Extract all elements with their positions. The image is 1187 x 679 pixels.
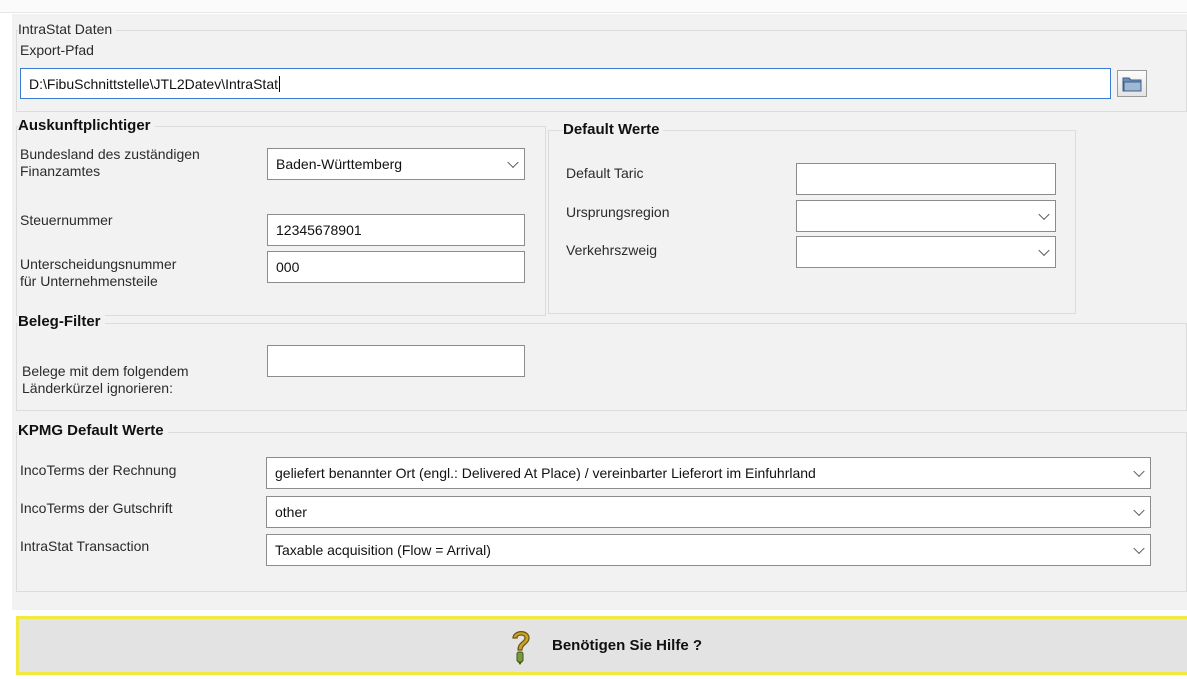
unterscheidung-value: 000: [276, 259, 300, 275]
beleg-filter-label-line1: Belege mit dem folgendem: [22, 363, 189, 379]
steuernummer-value: 12345678901: [276, 222, 362, 238]
help-question-icon: [512, 630, 530, 665]
export-path-input[interactable]: D:\FibuSchnittstelle\JTL2Datev\IntraStat: [20, 68, 1111, 99]
bundesland-value: Baden-Württemberg: [276, 156, 403, 172]
top-strip: [0, 0, 1187, 13]
help-button-label: Benötigen Sie Hilfe ?: [551, 637, 702, 654]
steuernummer-label: Steuernummer: [20, 212, 113, 228]
incoterms-gutschrift-value: other: [275, 504, 307, 520]
bundesland-label-line2: Finanzamtes: [20, 163, 101, 179]
incoterms-rechnung-value: geliefert benannter Ort (engl.: Delivere…: [275, 465, 816, 481]
verkehrszweig-label: Verkehrszweig: [566, 242, 658, 258]
unterscheidung-label-line1: Unterscheidungsnummer: [20, 256, 177, 272]
chevron-down-icon: [1038, 208, 1050, 221]
browse-folder-button[interactable]: [1117, 70, 1147, 97]
steuernummer-input[interactable]: 12345678901: [267, 214, 525, 246]
default-taric-label: Default Taric: [566, 165, 644, 181]
chevron-down-icon: [1133, 542, 1145, 555]
kpmg-title: KPMG Default Werte: [18, 423, 168, 439]
incoterms-gutschrift-label: IncoTerms der Gutschrift: [20, 500, 173, 516]
intrastat-transaction-value: Taxable acquisition (Flow = Arrival): [275, 542, 491, 558]
auskunft-title: Auskunftplichtiger: [18, 118, 155, 134]
beleg-filter-input[interactable]: [267, 345, 525, 377]
chevron-down-icon: [1133, 504, 1145, 517]
intrastat-transaction-select[interactable]: Taxable acquisition (Flow = Arrival): [266, 534, 1151, 566]
intrastat-transaction-label: IntraStat Transaction: [20, 538, 150, 554]
unterscheidung-input[interactable]: 000: [267, 251, 525, 283]
incoterms-rechnung-select[interactable]: geliefert benannter Ort (engl.: Delivere…: [266, 457, 1151, 489]
beleg-filter-group: [16, 323, 1187, 411]
export-path-value: D:\FibuSchnittstelle\JTL2Datev\IntraStat: [29, 75, 278, 92]
beleg-filter-title: Beleg-Filter: [18, 314, 105, 330]
folder-icon: [1122, 77, 1142, 92]
intrastat-title: IntraStat Daten: [18, 21, 117, 37]
chevron-down-icon: [507, 156, 519, 169]
default-taric-input[interactable]: [796, 163, 1056, 195]
text-caret: [279, 75, 280, 92]
chevron-down-icon: [1133, 465, 1145, 478]
incoterms-rechnung-label: IncoTerms der Rechnung: [20, 462, 177, 478]
beleg-filter-label-line2: Länderkürzel ignorieren:: [22, 380, 173, 396]
ursprungsregion-select[interactable]: [796, 200, 1056, 232]
help-button[interactable]: Benötigen Sie Hilfe ?: [16, 616, 1187, 675]
chevron-down-icon: [1038, 244, 1050, 257]
export-path-label: Export-Pfad: [20, 42, 94, 58]
incoterms-gutschrift-select[interactable]: other: [266, 496, 1151, 528]
verkehrszweig-select[interactable]: [796, 236, 1056, 268]
unterscheidung-label-line2: für Unternehmensteile: [20, 273, 158, 289]
default-werte-title: Default Werte: [563, 122, 664, 138]
bundesland-select[interactable]: Baden-Württemberg: [267, 148, 525, 180]
bundesland-label-line1: Bundesland des zuständigen: [20, 146, 200, 162]
ursprungsregion-label: Ursprungsregion: [566, 204, 670, 220]
